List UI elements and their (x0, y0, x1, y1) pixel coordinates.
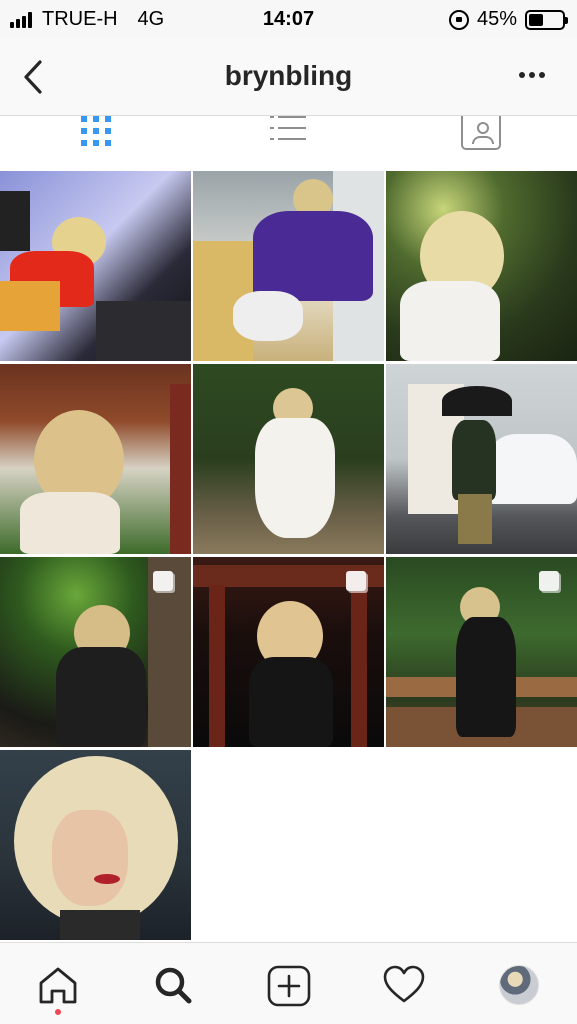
post-thumbnail[interactable] (193, 557, 384, 747)
nav-activity[interactable] (346, 943, 461, 1024)
profile-username: brynbling (224, 60, 353, 91)
nav-search[interactable] (115, 943, 230, 1024)
post-thumbnail[interactable] (386, 364, 577, 554)
figure-outfit (456, 617, 516, 737)
profile-header: brynbling (0, 38, 577, 116)
status-bar: TRUE-H 4G 14:07 45% (0, 0, 577, 38)
post-thumbnail[interactable] (0, 557, 191, 747)
notification-dot (54, 1009, 61, 1015)
figure-pants (458, 494, 492, 544)
pillar-shape (351, 585, 367, 747)
heart-icon (383, 965, 425, 1003)
car-shape (486, 434, 577, 504)
figure-face (52, 810, 128, 906)
post-thumbnail[interactable] (193, 364, 384, 554)
multiple-photos-icon (346, 571, 370, 595)
tab-tagged[interactable] (385, 116, 577, 171)
nav-home[interactable] (0, 943, 115, 1024)
search-icon (155, 967, 192, 1004)
battery-percent: 45% (476, 8, 517, 30)
pillar-shape (209, 585, 225, 747)
figure-lips (94, 874, 120, 884)
post-thumbnail[interactable] (193, 171, 384, 361)
figure-shirt (400, 281, 500, 361)
list-icon (270, 116, 307, 140)
figure-dress (253, 211, 373, 301)
home-icon (39, 967, 77, 1004)
status-right: 45% (448, 8, 568, 31)
chair-shape (0, 281, 60, 331)
figure-dress (20, 492, 120, 554)
rotation-lock-icon (448, 9, 469, 30)
figure-dress (255, 418, 335, 538)
post-thumbnail[interactable] (386, 171, 577, 361)
speaker-shape (0, 191, 30, 251)
post-thumbnail[interactable] (0, 750, 191, 940)
bottom-nav (0, 942, 577, 1024)
tab-list[interactable] (192, 116, 384, 171)
figure-jacket (452, 420, 496, 500)
post-thumbnail[interactable] (0, 171, 191, 361)
desk-shape (96, 301, 191, 361)
view-tabs (0, 116, 577, 171)
figure-collar (60, 910, 140, 940)
more-horizontal-icon (519, 72, 525, 78)
profile-avatar (499, 965, 540, 1005)
figure-legs (233, 291, 303, 341)
battery-icon (525, 9, 568, 30)
add-post-icon (267, 965, 310, 1007)
tab-grid[interactable] (0, 116, 192, 171)
umbrella-shape (442, 386, 512, 416)
figure-jacket (249, 657, 333, 747)
post-thumbnail[interactable] (0, 364, 191, 554)
post-thumbnail[interactable] (386, 557, 577, 747)
battery-level (529, 13, 544, 26)
tagged-icon (460, 116, 501, 150)
multiple-photos-icon (539, 571, 563, 595)
nav-profile[interactable] (462, 943, 577, 1024)
grid-icon (81, 116, 112, 146)
pillar-shape (170, 384, 191, 554)
multiple-photos-icon (153, 571, 177, 595)
nav-new-post[interactable] (231, 943, 346, 1024)
figure-jacket (56, 647, 146, 747)
more-options-button[interactable] (519, 72, 545, 78)
